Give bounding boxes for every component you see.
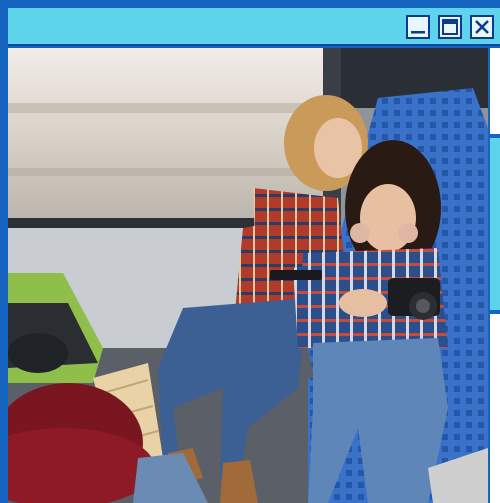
app-window (0, 0, 500, 503)
side-panel-section-top (490, 48, 500, 134)
minimize-icon (411, 31, 425, 34)
content-photo (8, 48, 488, 503)
close-icon (475, 20, 489, 34)
train-photo-illustration (8, 48, 488, 503)
side-panel-section-bottom (490, 314, 500, 503)
close-button[interactable] (470, 15, 494, 39)
maximize-button[interactable] (438, 15, 462, 39)
title-bar[interactable] (8, 8, 500, 46)
minimize-button[interactable] (406, 15, 430, 39)
maximize-icon (442, 19, 458, 35)
side-panel-section-middle (490, 138, 500, 310)
